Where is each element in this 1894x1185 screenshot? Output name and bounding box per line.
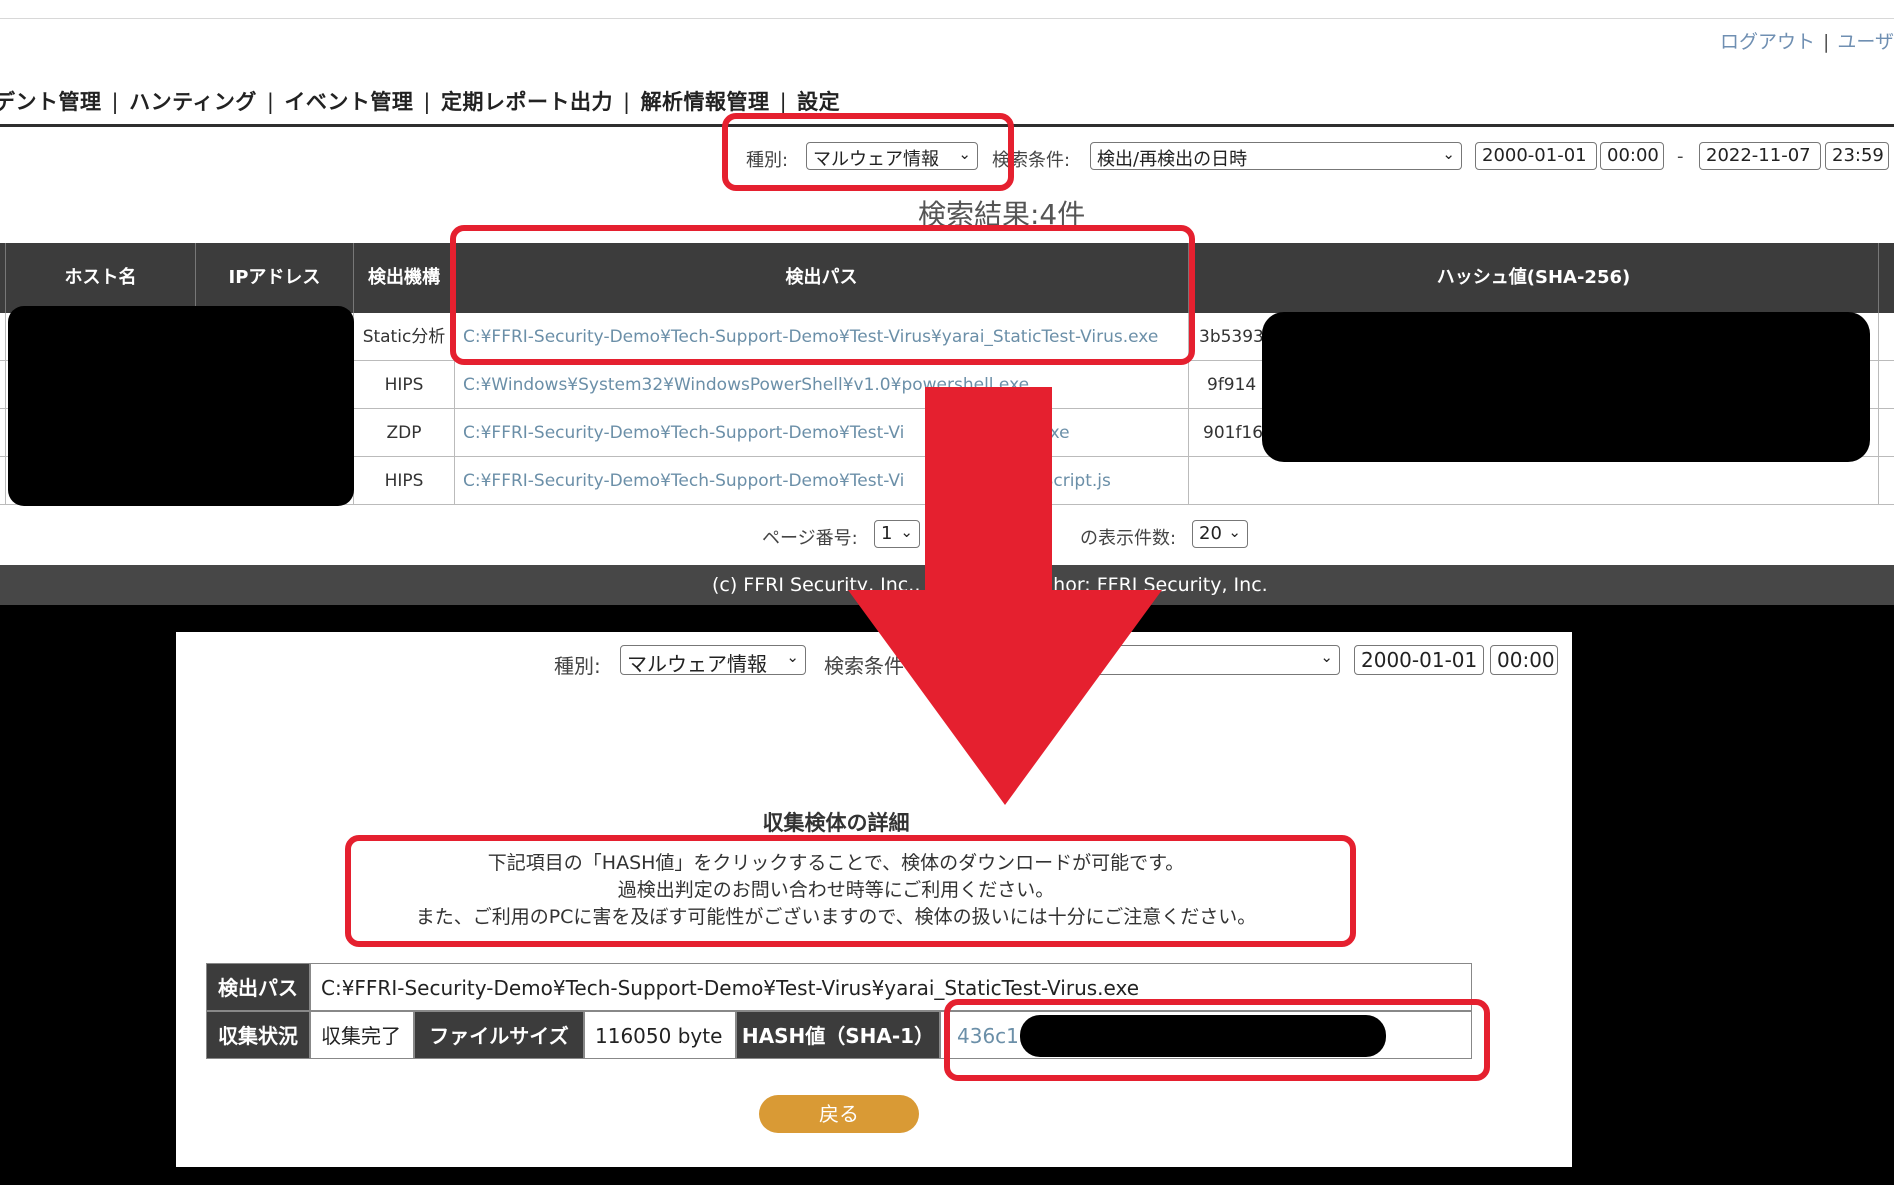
page-number-select[interactable]: 1 ⌄: [874, 520, 920, 548]
per-page-select[interactable]: 20 ⌄: [1192, 520, 1248, 548]
path-link[interactable]: C:¥FFRI-Security-Demo¥Tech-Support-Demo¥…: [455, 457, 1189, 505]
size-label: ファイルサイズ: [414, 1011, 584, 1059]
condition-select[interactable]: ⌄: [926, 645, 1340, 675]
type-label: 種別:: [554, 654, 601, 678]
engine-cell: HIPS: [354, 361, 455, 409]
to-time-input[interactable]: 23:59: [1825, 142, 1889, 170]
engine-cell: Static分析: [354, 313, 455, 361]
copyright-text: (c) FFRI Security, Inc., hor: FFRI Secur…: [712, 574, 1268, 596]
pager: ページ番号: 1 ⌄ の表示件数: 20 ⌄: [0, 520, 1894, 550]
redaction-hash: [1262, 312, 1870, 462]
from-date-input[interactable]: 2000-01-01: [1475, 142, 1597, 170]
nav-item-settings[interactable]: 設定: [797, 90, 840, 114]
status-value: 収集完了: [310, 1011, 414, 1059]
condition-label: 検索条件: [824, 654, 904, 678]
chevron-down-icon: ⌄: [900, 523, 913, 541]
redaction-hostname-ip: [8, 306, 354, 506]
nav-item-hunting[interactable]: ハンティング: [129, 90, 257, 114]
header-next: [1879, 243, 1894, 313]
chevron-down-icon: ⌄: [1320, 648, 1333, 666]
top-divider: [0, 18, 1894, 19]
from-time-input[interactable]: 00:00: [1490, 645, 1558, 675]
chevron-down-icon: ⌄: [786, 648, 799, 666]
back-button[interactable]: 戻る: [759, 1095, 919, 1133]
logout-link[interactable]: ログアウト: [1720, 31, 1815, 53]
nav-item-report[interactable]: 定期レポート出力: [441, 90, 613, 114]
page-number-label: ページ番号:: [762, 528, 858, 549]
path-link[interactable]: C:¥Windows¥System32¥WindowsPowerShell¥v1…: [455, 361, 1189, 409]
to-date-input[interactable]: 2022-11-07: [1699, 142, 1821, 170]
per-page-label: の表示件数:: [1080, 528, 1177, 549]
main-nav: デント管理 | ハンティング | イベント管理 | 定期レポート出力 | 解析情報管理 | 設定: [0, 86, 840, 116]
type-select[interactable]: マルウェア情報 ⌄: [620, 645, 806, 676]
from-date-input[interactable]: 2000-01-01: [1354, 645, 1484, 675]
nav-item-event[interactable]: イベント管理: [284, 90, 413, 114]
hash-label: HASH値（SHA-1）: [736, 1011, 940, 1059]
range-separator: -: [1677, 146, 1684, 167]
chevron-down-icon: ⌄: [1442, 145, 1455, 163]
condition-select[interactable]: 検出/再検出の日時 ⌄: [1090, 142, 1462, 170]
nav-item-incident[interactable]: デント管理: [0, 90, 102, 114]
header-engine[interactable]: 検出機構: [354, 243, 455, 313]
header-ip[interactable]: IPアドレス: [196, 243, 354, 313]
chevron-down-icon: ⌄: [1228, 523, 1241, 541]
highlight-notice: [345, 835, 1356, 947]
footer: (c) FFRI Security, Inc., hor: FFRI Secur…: [0, 565, 1894, 605]
path-label: 検出パス: [206, 963, 310, 1011]
highlight-hash-link: [944, 999, 1490, 1081]
highlight-path-column: [450, 225, 1195, 365]
size-value: 116050 byte: [584, 1011, 736, 1059]
status-label: 収集状況: [206, 1011, 310, 1059]
hash-cell: [1189, 457, 1879, 505]
path-link[interactable]: C:¥FFRI-Security-Demo¥Tech-Support-Demo¥…: [455, 409, 1189, 457]
detail-title: 収集検体の詳細: [762, 811, 910, 835]
nav-item-analysis[interactable]: 解析情報管理: [641, 90, 770, 114]
user-link[interactable]: ユーザ: [1837, 31, 1894, 53]
header-user-links: ログアウト | ユーザ: [1719, 31, 1894, 53]
from-time-input[interactable]: 00:00: [1600, 142, 1664, 170]
header-hostname[interactable]: ホスト名: [6, 243, 196, 313]
highlight-type-select: [722, 113, 1014, 191]
engine-cell: HIPS: [354, 457, 455, 505]
engine-cell: ZDP: [354, 409, 455, 457]
header-hash[interactable]: ハッシュ値(SHA-256): [1189, 243, 1879, 313]
